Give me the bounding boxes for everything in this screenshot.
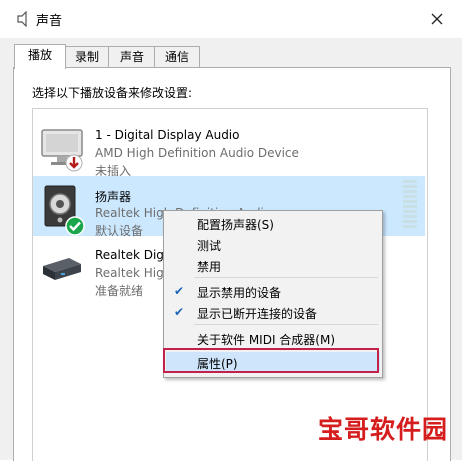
tab-communications[interactable]: 通信 bbox=[154, 46, 200, 67]
window-title: 声音 bbox=[36, 14, 63, 29]
checkmark-badge-icon bbox=[65, 216, 85, 236]
instruction-text: 选择以下播放设备来修改设置: bbox=[32, 86, 193, 100]
device-status: 准备就绪 bbox=[95, 284, 144, 298]
menu-item-about-midi-synth[interactable]: 关于软件 MIDI 合成器(M) bbox=[166, 328, 380, 348]
volume-level-meter bbox=[403, 180, 417, 232]
check-icon: ✔ bbox=[174, 305, 185, 319]
close-icon bbox=[431, 13, 443, 25]
menu-item-configure-speakers[interactable]: 配置扬声器(S) bbox=[166, 213, 380, 233]
tab-recording[interactable]: 录制 bbox=[64, 46, 110, 67]
device-description: AMD High Definition Audio Device bbox=[95, 146, 299, 160]
close-button[interactable] bbox=[424, 6, 450, 32]
menu-separator bbox=[194, 277, 378, 278]
down-arrow-badge-icon bbox=[65, 154, 83, 172]
device-name: 1 - Digital Display Audio bbox=[95, 128, 240, 142]
menu-item-show-disabled-devices[interactable]: ✔ 显示禁用的设备 bbox=[166, 281, 380, 301]
menu-separator bbox=[194, 324, 378, 325]
tab-playback[interactable]: 播放 bbox=[14, 44, 66, 69]
menu-item-test[interactable]: 测试 bbox=[166, 234, 380, 254]
menu-item-show-disconnected-devices[interactable]: ✔ 显示已断开连接的设备 bbox=[166, 302, 380, 322]
device-description: Realtek Hig bbox=[95, 266, 164, 280]
watermark-logo: 宝哥软件园 bbox=[318, 415, 449, 444]
title-bar: 声音 bbox=[0, 0, 462, 38]
digital-output-icon bbox=[43, 258, 81, 280]
tab-sounds[interactable]: 声音 bbox=[108, 46, 156, 67]
sound-dialog: 声音 播放 录制 声音 通信 选择以下播放设备来修改设置: 1 - Digita… bbox=[0, 0, 462, 461]
device-item-digital-display-audio[interactable]: 1 - Digital Display Audio AMD High Defin… bbox=[33, 116, 425, 178]
speaker-icon bbox=[17, 11, 27, 27]
highlight-frame bbox=[163, 348, 379, 373]
menu-item-disable[interactable]: 禁用 bbox=[166, 255, 380, 275]
check-icon: ✔ bbox=[174, 284, 185, 298]
device-name: 扬声器 bbox=[95, 190, 132, 204]
device-name: Realtek Digit bbox=[95, 248, 172, 262]
